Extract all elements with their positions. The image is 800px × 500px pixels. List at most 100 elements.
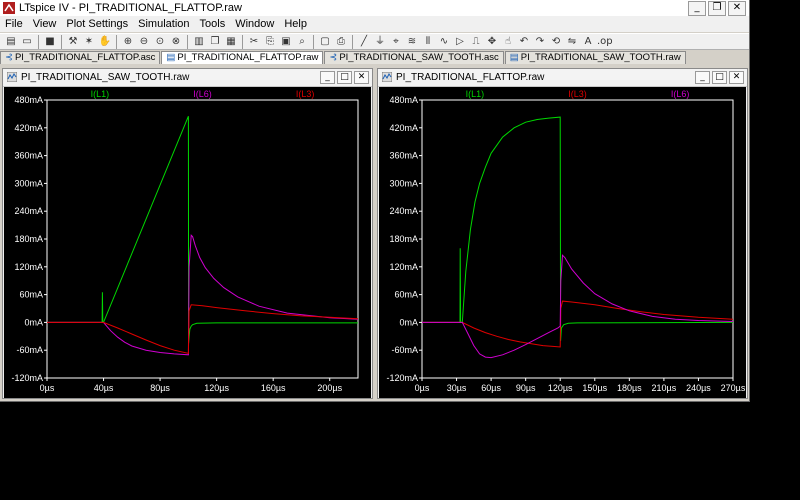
y-tick-label: 480mA	[14, 95, 43, 105]
x-tick-label: 30µs	[447, 383, 467, 393]
legend-entry[interactable]: I(L6)	[671, 89, 690, 99]
menu-window[interactable]: Window	[230, 16, 279, 32]
minimize-button[interactable]: _	[688, 1, 706, 16]
x-tick-label: 40µs	[94, 383, 114, 393]
y-tick-label: 60mA	[394, 290, 418, 300]
inductor-icon[interactable]: ∿	[437, 35, 451, 49]
pane-minimize-button[interactable]: _	[320, 71, 335, 84]
pane-title-bar: PI_TRADITIONAL_SAW_TOOTH.raw _ □ ✕	[3, 69, 372, 87]
y-tick-label: 420mA	[14, 123, 43, 133]
waveform-plot-left[interactable]: 480mA 420mA 360mA 300mA 240mA 180mA 120mA 60mA 0…	[4, 87, 371, 398]
diode-icon[interactable]: ▷	[453, 35, 467, 49]
ltspice-window: LTspice IV - PI_TRADITIONAL_FLATTOP.raw …	[0, 0, 750, 402]
resistor-icon[interactable]: ≋	[405, 35, 419, 49]
control-panel-icon[interactable]: ⚒	[66, 35, 80, 49]
redo-icon[interactable]: ↷	[533, 35, 547, 49]
zoom-cancel-icon[interactable]: ⊗	[169, 35, 183, 49]
toolbar-divider	[61, 34, 62, 49]
ltspice-logo-icon	[3, 2, 15, 14]
menu-tools[interactable]: Tools	[195, 16, 231, 32]
x-tick-label: 160µs	[261, 383, 286, 393]
waveform-plot-right[interactable]: 480mA 420mA 360mA 300mA 240mA 180mA 120mA 60mA 0…	[379, 87, 746, 398]
open-schematic-icon[interactable]: ▤	[4, 35, 18, 49]
cascade-icon[interactable]: ❐	[208, 35, 222, 49]
text-icon[interactable]: A	[581, 35, 595, 49]
mirror-icon[interactable]: ⇋	[565, 35, 579, 49]
x-tick-label: 90µs	[516, 383, 536, 393]
component-icon[interactable]: ⎍	[469, 35, 483, 49]
menu-simulation[interactable]: Simulation	[133, 16, 194, 32]
menu-file[interactable]: File	[0, 16, 28, 32]
legend-entry[interactable]: I(L1)	[466, 89, 485, 99]
plot-background	[379, 87, 746, 398]
label-net-icon[interactable]: ⌖	[389, 35, 403, 49]
y-tick-label: 120mA	[389, 262, 418, 272]
save-icon[interactable]: ■	[43, 35, 57, 49]
run-icon[interactable]: ✶	[82, 35, 96, 49]
toolbar-divider	[116, 34, 117, 49]
tab-sawtooth-raw[interactable]: ▤ PI_TRADITIONAL_SAW_TOOTH.raw	[504, 51, 686, 64]
x-tick-label: 80µs	[150, 383, 170, 393]
y-tick-label: 300mA	[389, 178, 418, 188]
tab-label: PI_TRADITIONAL_SAW_TOOTH.asc	[339, 52, 499, 63]
tile-vertical-icon[interactable]: ▦	[224, 35, 238, 49]
wire-icon[interactable]: ╱	[357, 35, 371, 49]
legend-entry[interactable]: I(L1)	[91, 89, 110, 99]
legend-entry[interactable]: I(L6)	[193, 89, 212, 99]
waveform-icon	[7, 72, 17, 82]
capacitor-icon[interactable]: ⫴	[421, 35, 435, 49]
drag-icon[interactable]: ☝	[501, 35, 515, 49]
y-tick-label: 420mA	[389, 123, 418, 133]
menu-plot-settings[interactable]: Plot Settings	[61, 16, 133, 32]
y-tick-label: 180mA	[389, 234, 418, 244]
x-tick-label: 200µs	[317, 383, 342, 393]
zoom-fit-icon[interactable]: ⊙	[153, 35, 167, 49]
pan-hand-icon[interactable]: ✋	[98, 35, 112, 49]
close-button[interactable]: ✕	[728, 1, 746, 16]
y-tick-label: -60mA	[16, 345, 43, 355]
tab-label: PI_TRADITIONAL_FLATTOP.asc	[14, 52, 156, 63]
pane-minimize-button[interactable]: _	[695, 71, 710, 84]
ground-icon[interactable]: ⏚	[373, 35, 387, 49]
open-folder-icon[interactable]: ▭	[20, 35, 34, 49]
find-icon[interactable]: ⌕	[295, 35, 309, 49]
pane-maximize-button[interactable]: □	[337, 71, 352, 84]
tab-flattop-asc[interactable]: ⊰ PI_TRADITIONAL_FLATTOP.asc	[0, 51, 161, 64]
print-icon[interactable]: ⎙	[334, 35, 348, 49]
zoom-in-icon[interactable]: ⊕	[121, 35, 135, 49]
move-icon[interactable]: ✥	[485, 35, 499, 49]
y-tick-label: 240mA	[389, 206, 418, 216]
cut-icon[interactable]: ✂	[247, 35, 261, 49]
menu-help[interactable]: Help	[279, 16, 312, 32]
pane-title: PI_TRADITIONAL_FLATTOP.raw	[396, 72, 545, 83]
window-title: LTspice IV - PI_TRADITIONAL_FLATTOP.raw	[19, 2, 242, 14]
restore-button[interactable]: ❐	[708, 1, 726, 16]
toolbar-divider	[38, 34, 39, 49]
undo-icon[interactable]: ↶	[517, 35, 531, 49]
rotate-icon[interactable]: ⟲	[549, 35, 563, 49]
y-tick-label: 0mA	[24, 317, 43, 327]
x-tick-label: 180µs	[617, 383, 642, 393]
print-preview-icon[interactable]: ▢	[318, 35, 332, 49]
tile-horizontal-icon[interactable]: ▥	[192, 35, 206, 49]
x-tick-label: 270µs	[721, 383, 746, 393]
y-tick-label: 300mA	[14, 178, 43, 188]
tab-flattop-raw[interactable]: ▤ PI_TRADITIONAL_FLATTOP.raw	[161, 51, 324, 64]
menu-view[interactable]: View	[28, 16, 62, 32]
document-tabs: ⊰ PI_TRADITIONAL_FLATTOP.asc ▤ PI_TRADITIO…	[0, 51, 749, 64]
legend-entry[interactable]: I(L3)	[296, 89, 315, 99]
paste-icon[interactable]: ▣	[279, 35, 293, 49]
plot-background	[4, 87, 371, 398]
tab-label: PI_TRADITIONAL_SAW_TOOTH.raw	[520, 52, 681, 63]
tab-sawtooth-asc[interactable]: ⊰ PI_TRADITIONAL_SAW_TOOTH.asc	[324, 51, 504, 64]
x-tick-label: 120µs	[548, 383, 573, 393]
pane-close-button[interactable]: ✕	[354, 71, 369, 84]
pane-close-button[interactable]: ✕	[729, 71, 744, 84]
x-tick-label: 0µs	[40, 383, 55, 393]
zoom-out-icon[interactable]: ⊖	[137, 35, 151, 49]
pane-maximize-button[interactable]: □	[712, 71, 727, 84]
legend-entry[interactable]: I(L3)	[568, 89, 587, 99]
y-tick-label: -60mA	[391, 345, 418, 355]
spice-directive-icon[interactable]: .op	[597, 35, 613, 49]
copy-icon[interactable]: ⎘	[263, 35, 277, 49]
